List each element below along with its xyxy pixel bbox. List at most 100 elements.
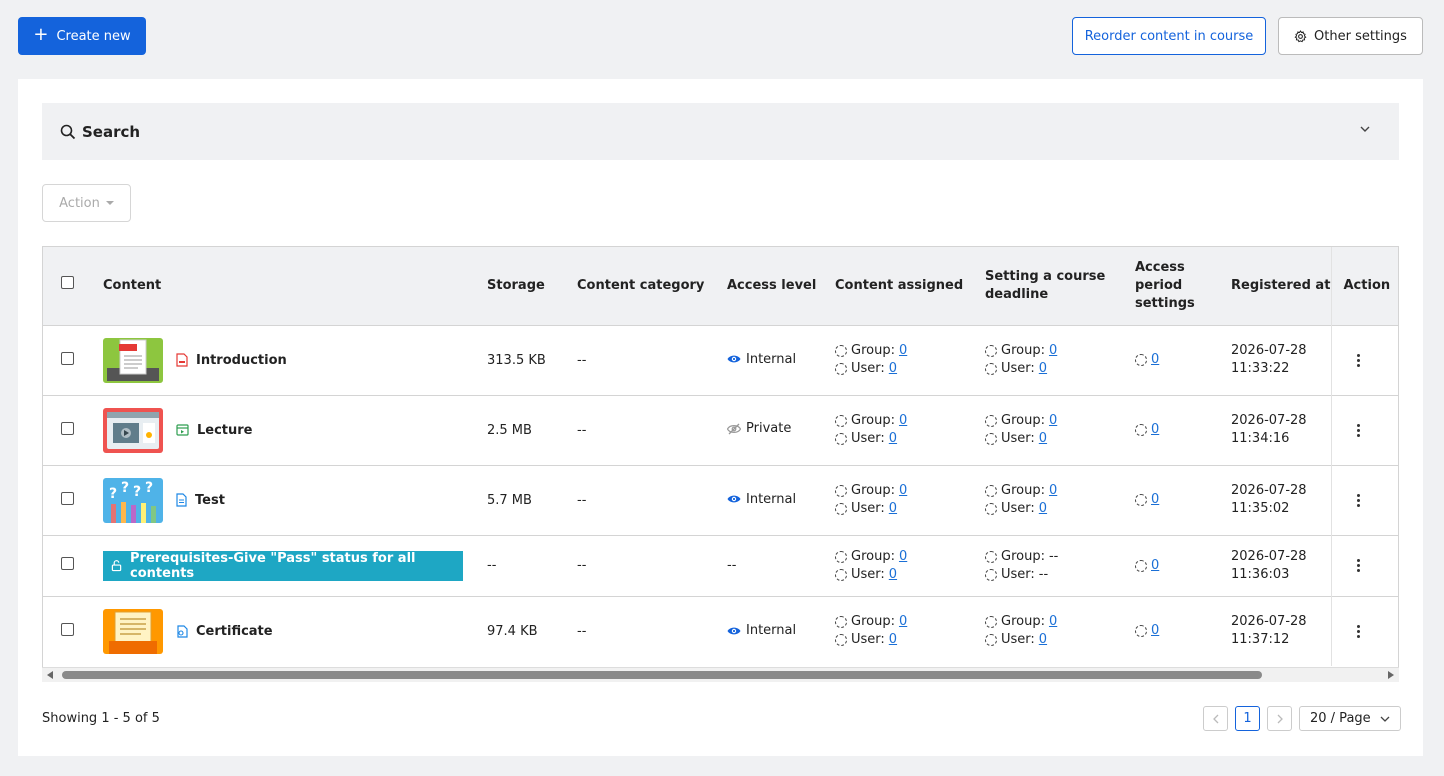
header-content-assigned: Content assigned (835, 277, 964, 293)
header-action: Action (1330, 247, 1398, 325)
search-toggle[interactable]: Search (42, 103, 1399, 160)
deadline-group-link[interactable]: 0 (1049, 412, 1057, 430)
pdf-thumbnail (103, 337, 163, 383)
more-actions-icon[interactable] (1357, 423, 1361, 437)
user-label: User: (851, 361, 885, 376)
scrollbar-thumb[interactable] (62, 671, 1262, 679)
document-icon (176, 493, 187, 507)
assigned-group-link[interactable]: 0 (899, 482, 907, 500)
row-checkbox[interactable] (61, 557, 74, 570)
scroll-left-icon[interactable] (47, 671, 53, 679)
header-category: Content category (577, 277, 705, 293)
registered-date: 2026-07-28 (1231, 548, 1307, 564)
chevron-left-icon (1212, 714, 1218, 723)
assigned-group-link[interactable]: 0 (899, 613, 907, 631)
chevron-right-icon (1277, 714, 1283, 723)
content-name-link[interactable]: Lecture (197, 423, 253, 438)
deadline-group-link[interactable]: 0 (1049, 482, 1057, 500)
registered-time: 11:37:12 (1231, 632, 1290, 648)
row-checkbox[interactable] (61, 351, 74, 365)
status-circle-icon (1135, 625, 1147, 638)
access-period-link[interactable]: 0 (1151, 351, 1159, 369)
status-circle-icon (985, 363, 997, 375)
create-new-button[interactable]: + Create new (18, 17, 146, 55)
access-level-text: Internal (746, 623, 797, 638)
svg-text:?: ? (133, 484, 141, 500)
assigned-user-link[interactable]: 0 (889, 430, 897, 448)
table-header-row: Content Storage Content category Access … (43, 247, 1398, 325)
content-name-link[interactable]: Test (195, 493, 225, 508)
caret-down-icon (105, 201, 114, 205)
group-label: Group: (1001, 483, 1045, 498)
status-circle-icon (835, 433, 847, 445)
storage-cell: -- (487, 558, 497, 573)
deadline-group-link[interactable]: 0 (1049, 613, 1057, 631)
deadline-group-link[interactable]: 0 (1049, 342, 1057, 360)
status-circle-icon (985, 433, 997, 445)
header-content: Content (103, 277, 162, 293)
page-size-value: 20 / Page (1310, 711, 1371, 726)
assigned-user-link[interactable]: 0 (889, 631, 897, 649)
user-label: User: (851, 501, 885, 516)
content-name-link[interactable]: Introduction (196, 353, 287, 368)
assigned-group-link[interactable]: 0 (899, 548, 907, 566)
bulk-action-dropdown[interactable]: Action (42, 184, 131, 222)
assigned-user-link[interactable]: 0 (889, 360, 897, 378)
scroll-right-icon[interactable] (1388, 671, 1394, 679)
status-circle-icon (835, 485, 847, 497)
quiz-thumbnail: ? ? ? ? (103, 477, 163, 523)
status-circle-icon (985, 485, 997, 497)
deadline-user-link[interactable]: 0 (1039, 360, 1047, 378)
next-page-button[interactable] (1267, 706, 1292, 731)
content-panel: Search Action Content Storage Content ca… (18, 79, 1423, 756)
access-period-link[interactable]: 0 (1151, 557, 1159, 575)
group-label: Group: (851, 343, 895, 358)
deadline-user-link[interactable]: 0 (1039, 500, 1047, 518)
access-level-text: Internal (746, 491, 797, 507)
access-period-link[interactable]: 0 (1151, 622, 1159, 640)
content-name-link[interactable]: Certificate (196, 624, 273, 639)
pdf-icon (176, 353, 188, 367)
deadline-user-link[interactable]: 0 (1039, 631, 1047, 649)
header-access-period: Access period settings (1135, 259, 1195, 311)
reorder-content-button[interactable]: Reorder content in course (1072, 17, 1266, 55)
svg-text:?: ? (145, 480, 153, 496)
certificate-thumbnail (103, 608, 163, 654)
category-cell: -- (577, 492, 587, 508)
header-registered-at: Registered at (1231, 277, 1331, 293)
group-label: Group: (851, 483, 895, 498)
assigned-user-link[interactable]: 0 (889, 500, 897, 518)
assigned-user-link[interactable]: 0 (889, 566, 897, 584)
deadline-user-link[interactable]: 0 (1039, 430, 1047, 448)
row-checkbox[interactable] (61, 421, 74, 435)
more-actions-icon[interactable] (1357, 353, 1361, 367)
registered-date: 2026-07-28 (1231, 483, 1307, 498)
video-thumbnail (103, 407, 163, 453)
prerequisite-banner[interactable]: Prerequisites-Give "Pass" status for all… (103, 550, 463, 581)
more-actions-icon[interactable] (1357, 493, 1361, 507)
registered-date: 2026-07-28 (1231, 413, 1307, 428)
other-settings-button[interactable]: Other settings (1278, 17, 1423, 55)
row-checkbox[interactable] (61, 491, 74, 505)
deadline-user-value: -- (1038, 566, 1049, 582)
page-button[interactable]: 1 (1235, 706, 1260, 731)
prev-page-button[interactable] (1203, 706, 1228, 731)
page-size-select[interactable]: 20 / Page (1299, 706, 1401, 731)
access-level-text: Internal (746, 351, 797, 367)
chevron-down-icon[interactable] (1359, 123, 1371, 135)
access-period-link[interactable]: 0 (1151, 421, 1159, 439)
assigned-group-link[interactable]: 0 (899, 342, 907, 360)
status-circle-icon (1135, 559, 1147, 572)
select-all-checkbox[interactable] (61, 276, 74, 290)
category-cell: -- (577, 623, 587, 639)
access-period-link[interactable]: 0 (1151, 491, 1159, 509)
assigned-group-link[interactable]: 0 (899, 412, 907, 430)
eye-off-icon (727, 423, 741, 435)
status-circle-icon (1135, 494, 1147, 506)
more-actions-icon[interactable] (1357, 624, 1361, 638)
row-checkbox[interactable] (61, 622, 74, 636)
more-actions-icon[interactable] (1357, 559, 1361, 572)
horizontal-scrollbar[interactable] (42, 667, 1399, 682)
table-row: Prerequisites-Give "Pass" status for all… (43, 535, 1398, 596)
user-label: User: (1001, 361, 1035, 376)
